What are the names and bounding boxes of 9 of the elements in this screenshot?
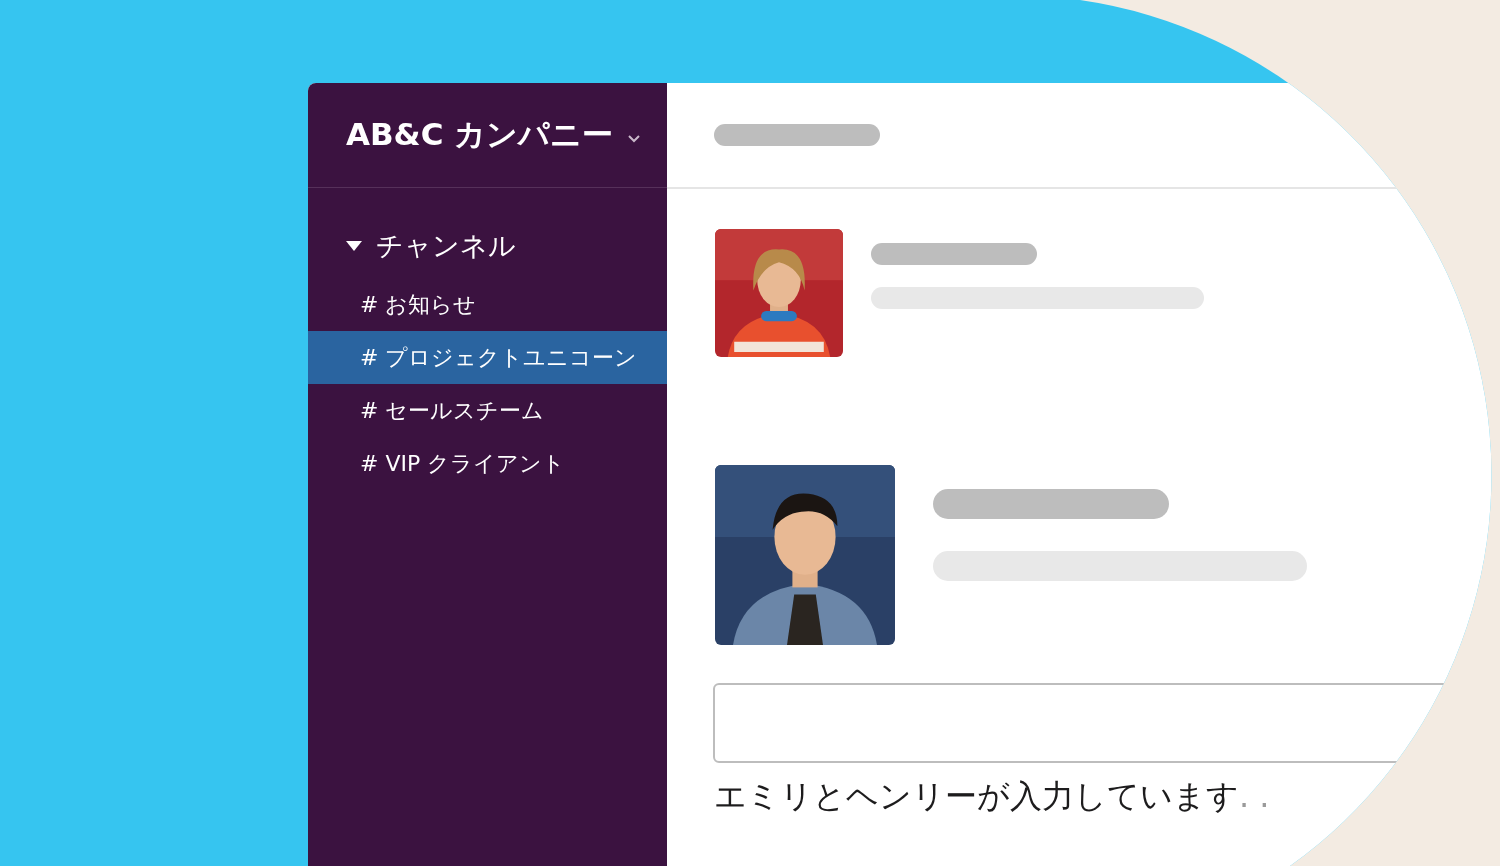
channel-item[interactable]: # VIP クライアント <box>308 437 667 490</box>
chevron-icon[interactable] <box>627 134 642 144</box>
channel-item[interactable]: # お知らせ <box>308 278 667 331</box>
workspace-name[interactable]: AB&C カンパニー <box>346 114 614 156</box>
channel-item[interactable]: # プロジェクトユニコーン <box>308 331 667 384</box>
channel-item[interactable]: # セールスチーム <box>308 384 667 437</box>
caret-icon[interactable] <box>346 240 362 252</box>
section-label[interactable]: チャンネル <box>376 228 516 264</box>
typing-indicator: エミリとヘンリーが入力しています. . <box>714 776 1271 817</box>
